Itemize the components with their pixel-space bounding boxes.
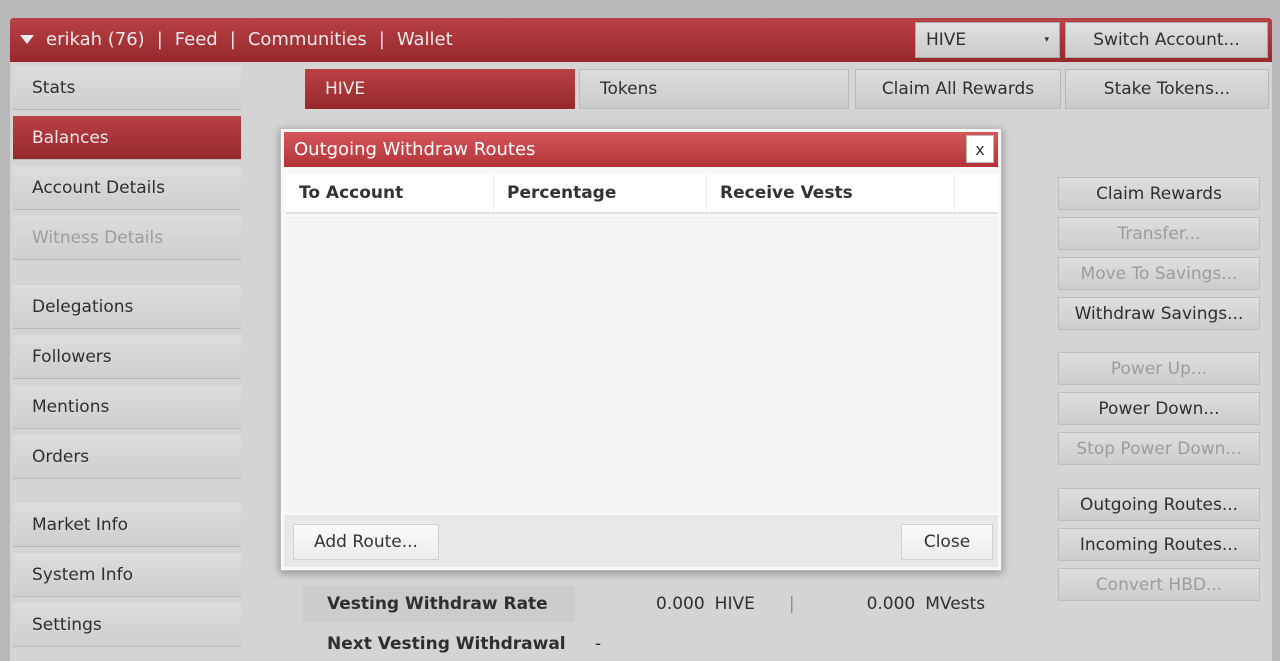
column-to-account[interactable]: To Account <box>286 174 494 212</box>
dialog-title: Outgoing Withdraw Routes <box>294 139 536 160</box>
routes-table-body <box>286 217 998 513</box>
routes-table-header: To Account Percentage Receive Vests <box>286 174 998 214</box>
add-route-button[interactable]: Add Route... <box>293 524 439 560</box>
dialog-footer: Add Route... Close <box>284 515 998 567</box>
close-button[interactable]: Close <box>901 524 993 560</box>
close-icon[interactable]: x <box>966 135 994 163</box>
outgoing-withdraw-routes-dialog: Outgoing Withdraw Routes x To Account Pe… <box>280 128 1002 571</box>
column-percentage[interactable]: Percentage <box>494 174 707 212</box>
dialog-title-bar: Outgoing Withdraw Routes x <box>284 132 998 167</box>
column-receive-vests[interactable]: Receive Vests <box>707 174 955 212</box>
